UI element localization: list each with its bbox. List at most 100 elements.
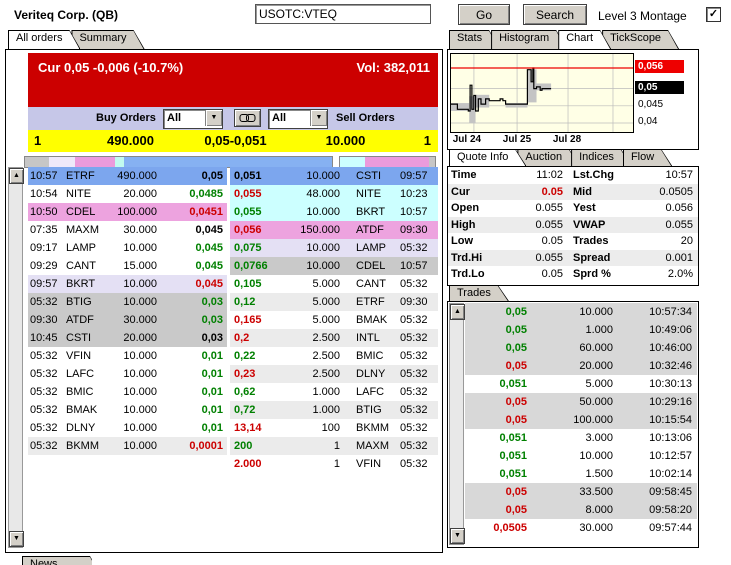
trade-size: 10.000 <box>527 303 613 321</box>
search-button[interactable]: Search <box>523 4 587 25</box>
down-arrow-icon: ▼ <box>454 532 461 539</box>
ask-row[interactable]: 0,721.000BTIG05:32 <box>230 401 438 419</box>
trade-size: 33.500 <box>527 483 613 501</box>
sell-filter-select[interactable]: All ▼ <box>268 109 328 129</box>
ask-row[interactable]: 2001MAXM05:32 <box>230 437 438 455</box>
ask-row[interactable]: 0,222.500BMIC05:32 <box>230 347 438 365</box>
ask-time: 05:32 <box>400 437 438 455</box>
bid-row[interactable]: 09:57BKRT10.0000,045 <box>28 275 227 293</box>
y-axis-label: 0,056 <box>635 60 684 73</box>
buy-filter-value: All <box>167 112 181 124</box>
bid-price: 0,0451 <box>171 203 227 221</box>
ask-row[interactable]: 0,05548.000NITE10:23 <box>230 185 438 203</box>
trade-price: 0,05 <box>465 339 527 357</box>
bid-row[interactable]: 10:57ETRF490.0000,05 <box>28 167 227 185</box>
tab-flow[interactable]: Flow <box>623 149 672 166</box>
scroll-up-button[interactable]: ▲ <box>450 304 465 320</box>
trades-panel: ▲ ▼ 0,0510.00010:57:340,051.00010:49:060… <box>447 301 699 548</box>
link-filters-button[interactable] <box>234 109 261 127</box>
trade-time: 10:29:16 <box>613 393 697 411</box>
scroll-down-button[interactable]: ▼ <box>9 531 24 547</box>
level3-montage-checkbox[interactable]: ✓ <box>706 7 721 22</box>
ask-time: 05:32 <box>400 401 438 419</box>
bid-row[interactable]: 10:54NITE20.0000,0485 <box>28 185 227 203</box>
ask-time: 05:32 <box>400 455 438 473</box>
ask-row[interactable]: 0,1055.000CANT05:32 <box>230 275 438 293</box>
bid-mmid: DLNY <box>66 419 110 437</box>
ask-size: 2.500 <box>290 329 350 347</box>
ask-time: 05:32 <box>400 239 438 257</box>
quote-label: Spread <box>563 250 635 267</box>
bid-row[interactable]: 05:32BMIC10.0000,01 <box>28 383 227 401</box>
bid-row[interactable]: 05:32LAFC10.0000,01 <box>28 365 227 383</box>
bid-price: 0,01 <box>171 365 227 383</box>
scroll-up-button[interactable]: ▲ <box>9 168 24 184</box>
order-book-scrollbar[interactable]: ▲ ▼ <box>8 167 23 548</box>
ask-row[interactable]: 0,07510.000LAMP05:32 <box>230 239 438 257</box>
ask-time: 09:30 <box>400 221 438 239</box>
ask-row[interactable]: 0,05510.000BKRT10:57 <box>230 203 438 221</box>
tab-news[interactable]: News <box>22 556 92 565</box>
tab-histogram[interactable]: Histogram <box>491 30 567 49</box>
ask-row[interactable]: 0,125.000ETRF09:30 <box>230 293 438 311</box>
symbol-input[interactable] <box>255 4 431 24</box>
bid-price: 0,045 <box>171 221 227 239</box>
ask-size: 5.000 <box>290 275 350 293</box>
go-button[interactable]: Go <box>458 4 510 25</box>
tab-chart[interactable]: Chart <box>558 30 611 49</box>
tab-quote-info[interactable]: Quote Info <box>449 149 526 166</box>
ask-row[interactable]: 0,621.000LAFC05:32 <box>230 383 438 401</box>
ask-row[interactable]: 0,22.500INTL05:32 <box>230 329 438 347</box>
ask-row[interactable]: 0,232.500DLNY05:32 <box>230 365 438 383</box>
ask-row[interactable]: 0,076610.000CDEL10:57 <box>230 257 438 275</box>
trade-row: 0,0520.00010:32:46 <box>465 357 697 375</box>
dropdown-arrow-icon[interactable]: ▼ <box>205 110 222 126</box>
bid-row[interactable]: 05:32BMAK10.0000,01 <box>28 401 227 419</box>
trades-scrollbar[interactable]: ▲ ▼ <box>449 303 464 545</box>
ask-mmid: BTIG <box>350 401 400 419</box>
bid-row[interactable]: 10:50CDEL100.0000,0451 <box>28 203 227 221</box>
ask-row[interactable]: 0,056150.000ATDF09:30 <box>230 221 438 239</box>
trade-time: 10:46:00 <box>613 339 697 357</box>
scroll-down-button[interactable]: ▼ <box>450 528 465 544</box>
ask-price: 0,055 <box>230 203 290 221</box>
trade-price: 0,051 <box>465 429 527 447</box>
ask-time: 05:32 <box>400 365 438 383</box>
tab-all-orders[interactable]: All orders <box>8 30 80 49</box>
bid-price: 0,01 <box>171 347 227 365</box>
ask-row[interactable]: 13,14100BKMM05:32 <box>230 419 438 437</box>
bid-row[interactable]: 07:35MAXM30.0000,045 <box>28 221 227 239</box>
bid-row[interactable]: 05:32VFIN10.0000,01 <box>28 347 227 365</box>
bid-row[interactable]: 05:32BTIG10.0000,03 <box>28 293 227 311</box>
bid-mmid: CDEL <box>66 203 110 221</box>
bid-row[interactable]: 09:29CANT15.0000,045 <box>28 257 227 275</box>
depth-segment <box>115 157 124 167</box>
buy-filter-select[interactable]: All ▼ <box>163 109 223 129</box>
bid-row[interactable]: 10:45CSTI20.0000,03 <box>28 329 227 347</box>
quote-row: Open0.055Yest0.056 <box>448 200 698 217</box>
bid-price: 0,03 <box>171 293 227 311</box>
quote-label: Sprd % <box>563 266 635 283</box>
ask-column: 0,05110.000CSTI09:570,05548.000NITE10:23… <box>230 167 438 473</box>
tab-trades[interactable]: Trades <box>449 285 509 301</box>
trade-row: 0,058.00009:58:20 <box>465 501 697 519</box>
bid-row[interactable]: 05:32DLNY10.0000,01 <box>28 419 227 437</box>
bid-row[interactable]: 09:30ATDF30.0000,03 <box>28 311 227 329</box>
quote-row: Time11:02Lst.Chg10:57 <box>448 167 698 184</box>
bid-price: 0,01 <box>171 383 227 401</box>
dropdown-arrow-icon[interactable]: ▼ <box>310 110 327 126</box>
ask-row[interactable]: 0,05110.000CSTI09:57 <box>230 167 438 185</box>
quote-value: 0.055 <box>501 217 563 234</box>
tab-label: Quote Info <box>457 151 508 163</box>
tab-tickscope[interactable]: TickScope <box>602 30 679 49</box>
bid-price: 0,03 <box>171 329 227 347</box>
price-banner: Cur 0,05 -0,006 (-10.7%) Vol: 382,011 <box>28 53 438 107</box>
bid-row[interactable]: 05:32BKMM10.0000,0001 <box>28 437 227 455</box>
bid-row[interactable]: 09:17LAMP10.0000,045 <box>28 239 227 257</box>
tab-summary[interactable]: Summary <box>71 30 144 49</box>
trade-time: 09:57:44 <box>613 519 697 537</box>
trade-row: 0,051.00010:49:06 <box>465 321 697 339</box>
quote-value: 10:57 <box>635 167 698 184</box>
ask-row[interactable]: 2.0001VFIN05:32 <box>230 455 438 473</box>
ask-row[interactable]: 0,1655.000BMAK05:32 <box>230 311 438 329</box>
